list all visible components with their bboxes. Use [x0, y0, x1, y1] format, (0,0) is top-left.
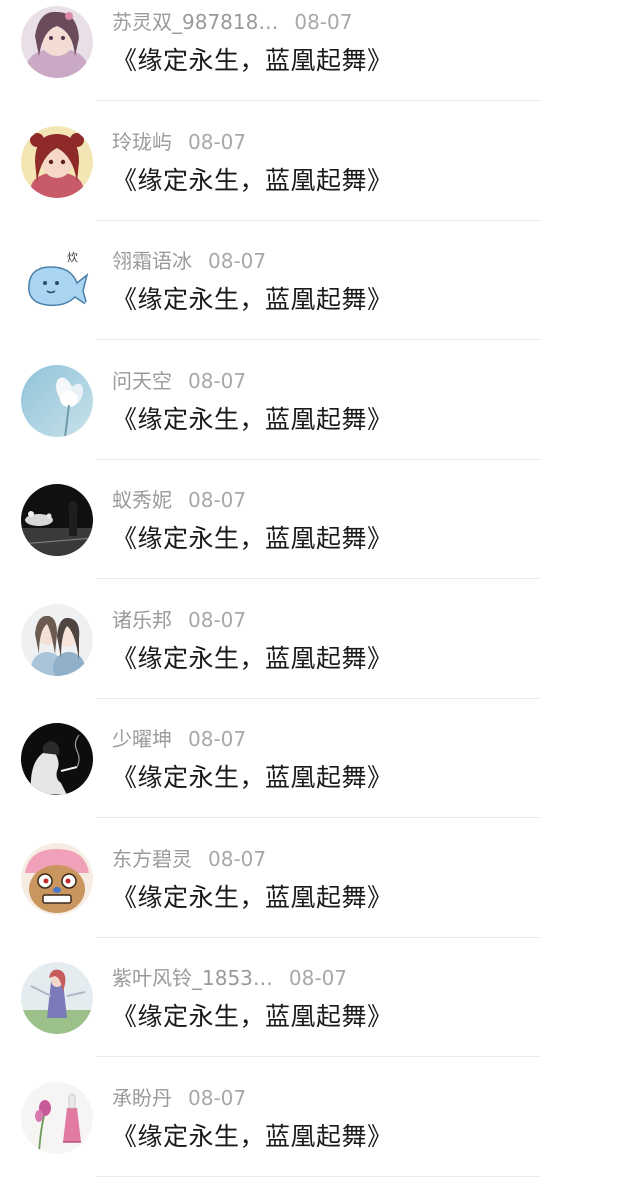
- divider: [96, 100, 541, 101]
- comment-date: 08-07: [289, 966, 347, 990]
- divider: [96, 339, 541, 340]
- username[interactable]: 蚁秀妮: [112, 488, 172, 512]
- pink-cartoon-avatar[interactable]: [21, 843, 93, 915]
- comment-text: 《缘定永生，蓝凰起舞》: [112, 522, 393, 556]
- username[interactable]: 问天空: [112, 369, 172, 393]
- anime-girl-avatar[interactable]: [21, 6, 93, 78]
- comment-text: 《缘定永生，蓝凰起舞》: [112, 642, 393, 676]
- comment-date: 08-07: [208, 847, 266, 871]
- comment-item[interactable]: 承盼丹 08-07 《缘定永生，蓝凰起舞》: [0, 1076, 640, 1195]
- comment-text: 《缘定永生，蓝凰起舞》: [112, 881, 393, 915]
- divider: [96, 698, 541, 699]
- comment-date: 08-07: [188, 727, 246, 751]
- username[interactable]: 玲珑屿: [112, 130, 172, 154]
- comment-text: 《缘定永生，蓝凰起舞》: [112, 403, 393, 437]
- comment-item[interactable]: 玲珑屿 08-07 《缘定永生，蓝凰起舞》: [0, 120, 640, 240]
- comment-meta: 紫叶风铃_1853… 08-07: [112, 964, 347, 992]
- username[interactable]: 苏灵双_987818…: [112, 10, 278, 34]
- comment-meta: 少曜坤 08-07: [112, 725, 246, 753]
- lotus-flower-avatar[interactable]: [21, 365, 93, 437]
- divider: [96, 937, 541, 938]
- comment-text: 《缘定永生，蓝凰起舞》: [112, 164, 393, 198]
- comment-meta: 问天空 08-07: [112, 367, 246, 395]
- comment-item[interactable]: 炊 翎霜语冰 08-07 《缘定永生，蓝凰起舞》: [0, 239, 640, 359]
- comment-date: 08-07: [294, 10, 352, 34]
- divider: [96, 459, 541, 460]
- night-street-avatar[interactable]: [21, 484, 93, 556]
- comment-date: 08-07: [188, 130, 246, 154]
- comment-item[interactable]: 紫叶风铃_1853… 08-07 《缘定永生，蓝凰起舞》: [0, 956, 640, 1076]
- cartoon-whale-avatar[interactable]: 炊: [21, 245, 93, 317]
- username[interactable]: 翎霜语冰: [112, 249, 192, 273]
- anime-girl-red-avatar[interactable]: [21, 126, 93, 198]
- comment-date: 08-07: [208, 249, 266, 273]
- comment-list: 苏灵双_987818… 08-07 《缘定永生，蓝凰起舞》 玲珑屿 08-07 《缘…: [0, 0, 640, 1195]
- divider: [96, 1176, 541, 1177]
- fantasy-warrior-avatar[interactable]: [21, 962, 93, 1034]
- comment-meta: 蚁秀妮 08-07: [112, 486, 246, 514]
- divider: [96, 578, 541, 579]
- comment-text: 《缘定永生，蓝凰起舞》: [112, 1120, 393, 1154]
- username[interactable]: 东方碧灵: [112, 847, 192, 871]
- username[interactable]: 少曜坤: [112, 727, 172, 751]
- comment-item[interactable]: 蚁秀妮 08-07 《缘定永生，蓝凰起舞》: [0, 478, 640, 598]
- divider: [96, 817, 541, 818]
- comment-item[interactable]: 东方碧灵 08-07 《缘定永生，蓝凰起舞》: [0, 837, 640, 957]
- comment-item[interactable]: 少曜坤 08-07 《缘定永生，蓝凰起舞》: [0, 717, 640, 837]
- comment-date: 08-07: [188, 369, 246, 393]
- comment-text: 《缘定永生，蓝凰起舞》: [112, 1000, 393, 1034]
- comment-meta: 翎霜语冰 08-07: [112, 247, 266, 275]
- comment-meta: 承盼丹 08-07: [112, 1084, 246, 1112]
- divider: [96, 220, 541, 221]
- comment-meta: 苏灵双_987818… 08-07: [112, 8, 352, 36]
- comment-date: 08-07: [188, 1086, 246, 1110]
- flower-dress-avatar[interactable]: [21, 1082, 93, 1154]
- comment-item[interactable]: 问天空 08-07 《缘定永生，蓝凰起舞》: [0, 359, 640, 479]
- username[interactable]: 承盼丹: [112, 1086, 172, 1110]
- comment-text: 《缘定永生，蓝凰起舞》: [112, 761, 393, 795]
- username[interactable]: 诸乐邦: [112, 608, 172, 632]
- comment-date: 08-07: [188, 488, 246, 512]
- comment-meta: 东方碧灵 08-07: [112, 845, 266, 873]
- comment-date: 08-07: [188, 608, 246, 632]
- svg-text:炊: 炊: [67, 251, 78, 264]
- comment-meta: 玲珑屿 08-07: [112, 128, 246, 156]
- divider: [96, 1056, 541, 1057]
- smoking-silhouette-avatar[interactable]: [21, 723, 93, 795]
- comment-text: 《缘定永生，蓝凰起舞》: [112, 283, 393, 317]
- comment-text: 《缘定永生，蓝凰起舞》: [112, 44, 393, 78]
- username[interactable]: 紫叶风铃_1853…: [112, 966, 273, 990]
- comment-meta: 诸乐邦 08-07: [112, 606, 246, 634]
- comment-item[interactable]: 诸乐邦 08-07 《缘定永生，蓝凰起舞》: [0, 598, 640, 718]
- anime-couple-avatar[interactable]: [21, 604, 93, 676]
- comment-item[interactable]: 苏灵双_987818… 08-07 《缘定永生，蓝凰起舞》: [0, 0, 640, 120]
